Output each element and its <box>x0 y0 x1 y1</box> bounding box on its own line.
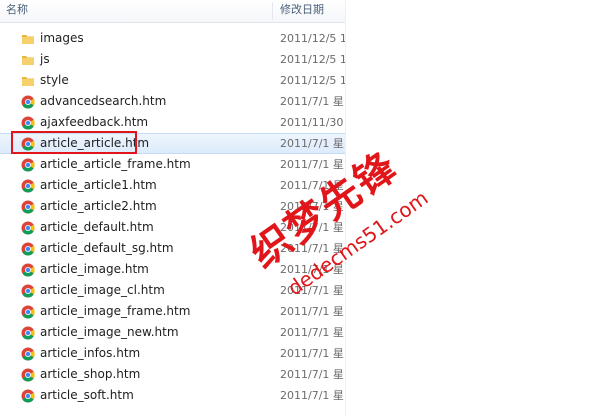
file-modified-date: 2011/7/1 星 <box>280 389 344 402</box>
chrome-icon <box>21 200 35 214</box>
folder-icon <box>21 32 35 46</box>
folder-icon <box>21 53 35 67</box>
column-header-bar: 名称 修改日期 <box>0 0 345 23</box>
file-modified-date: 2011/7/1 星 <box>280 221 344 234</box>
chrome-icon <box>21 389 35 403</box>
file-row[interactable]: article_infos.htm 2011/7/1 星 <box>0 343 345 364</box>
file-modified-date: 2011/7/1 星 <box>280 242 344 255</box>
file-name: style <box>40 73 69 87</box>
file-row[interactable]: advancedsearch.htm 2011/7/1 星 <box>0 91 345 112</box>
file-row[interactable]: article_image_new.htm 2011/7/1 星 <box>0 322 345 343</box>
chrome-icon <box>21 326 35 340</box>
chrome-icon <box>21 284 35 298</box>
file-modified-date: 2011/7/1 星 <box>280 347 344 360</box>
chrome-icon <box>21 242 35 256</box>
file-modified-date: 2011/12/5 1 <box>280 74 345 87</box>
column-divider[interactable] <box>272 2 273 20</box>
name-column-header[interactable]: 名称 <box>6 0 268 22</box>
file-row[interactable]: article_article1.htm 2011/7/1 星 <box>0 175 345 196</box>
file-row[interactable]: article_image.htm 2011/7/1 星 <box>0 259 345 280</box>
file-name: article_default.htm <box>40 220 154 234</box>
file-modified-date: 2011/7/1 星 <box>280 284 344 297</box>
pane-divider <box>345 0 346 416</box>
chrome-icon <box>21 368 35 382</box>
file-modified-date: 2011/7/1 星 <box>280 158 344 171</box>
file-name: js <box>40 52 50 66</box>
file-row[interactable]: article_image_frame.htm 2011/7/1 星 <box>0 301 345 322</box>
file-name: advancedsearch.htm <box>40 94 167 108</box>
date-column-header[interactable]: 修改日期 <box>280 0 345 22</box>
file-name: article_image.htm <box>40 262 149 276</box>
file-name: article_soft.htm <box>40 388 134 402</box>
file-modified-date: 2011/7/1 星 <box>280 326 344 339</box>
file-modified-date: 2011/12/5 1 <box>280 53 345 66</box>
chrome-icon <box>21 221 35 235</box>
file-modified-date: 2011/7/1 星 <box>280 137 344 150</box>
chrome-icon <box>21 116 35 130</box>
file-row[interactable]: article_default.htm 2011/7/1 星 <box>0 217 345 238</box>
chrome-icon <box>21 347 35 361</box>
file-modified-date: 2011/7/1 星 <box>280 368 344 381</box>
file-name: article_article1.htm <box>40 178 157 192</box>
chrome-icon <box>21 158 35 172</box>
file-modified-date: 2011/7/1 星 <box>280 263 344 276</box>
file-modified-date: 2011/7/1 星 <box>280 305 344 318</box>
chrome-icon <box>21 305 35 319</box>
file-modified-date: 2011/7/1 星 <box>280 200 344 213</box>
chrome-icon <box>21 263 35 277</box>
file-name: article_image_frame.htm <box>40 304 191 318</box>
file-name: article_article2.htm <box>40 199 157 213</box>
file-row[interactable]: images 2011/12/5 1 <box>0 28 345 49</box>
file-modified-date: 2011/12/5 1 <box>280 32 345 45</box>
file-row[interactable]: ajaxfeedback.htm 2011/11/30 <box>0 112 345 133</box>
file-row[interactable]: js 2011/12/5 1 <box>0 49 345 70</box>
highlight-annotation-box <box>11 131 137 154</box>
chrome-icon <box>21 179 35 193</box>
file-modified-date: 2011/11/30 <box>280 116 344 129</box>
file-modified-date: 2011/7/1 星 <box>280 95 344 108</box>
file-name: article_image_cl.htm <box>40 283 165 297</box>
file-row[interactable]: article_soft.htm 2011/7/1 星 <box>0 385 345 406</box>
file-row[interactable]: article_image_cl.htm 2011/7/1 星 <box>0 280 345 301</box>
file-row[interactable]: style 2011/12/5 1 <box>0 70 345 91</box>
folder-icon <box>21 74 35 88</box>
file-name: article_article_frame.htm <box>40 157 191 171</box>
file-row[interactable]: article_article2.htm 2011/7/1 星 <box>0 196 345 217</box>
file-name: article_default_sg.htm <box>40 241 174 255</box>
file-name: article_infos.htm <box>40 346 141 360</box>
file-explorer-window: 名称 修改日期 images 2011/12/5 1 js 2011/12/5 1st… <box>0 0 600 416</box>
file-modified-date: 2011/7/1 星 <box>280 179 344 192</box>
file-row[interactable]: article_default_sg.htm 2011/7/1 星 <box>0 238 345 259</box>
file-row[interactable]: article_shop.htm 2011/7/1 星 <box>0 364 345 385</box>
file-name: article_shop.htm <box>40 367 141 381</box>
file-name: images <box>40 31 84 45</box>
file-name: ajaxfeedback.htm <box>40 115 149 129</box>
file-row[interactable]: article_article_frame.htm 2011/7/1 星 <box>0 154 345 175</box>
chrome-icon <box>21 95 35 109</box>
file-name: article_image_new.htm <box>40 325 179 339</box>
file-list: images 2011/12/5 1 js 2011/12/5 1 style 2011/… <box>0 28 345 406</box>
